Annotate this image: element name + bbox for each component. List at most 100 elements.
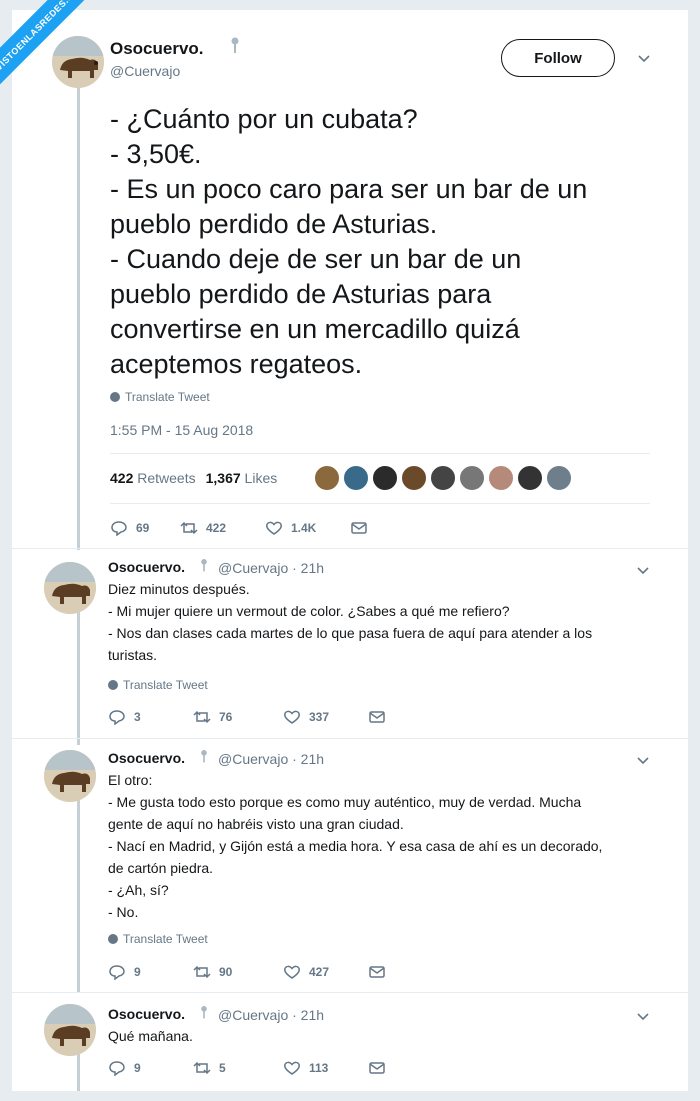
reply-button[interactable]: 9 <box>108 1060 193 1076</box>
tweet-actions: 9 5 113 <box>108 1060 386 1076</box>
reply-text: Diez minutos después. - Mi mujer quiere … <box>108 578 668 666</box>
reply-text-line: de cartón piedra. <box>108 860 214 876</box>
retweet-icon <box>193 1061 211 1075</box>
liker-avatar[interactable] <box>372 465 398 491</box>
translate-tweet-link[interactable]: Translate Tweet <box>108 932 208 946</box>
divider <box>110 453 650 454</box>
retweets-stat[interactable]: 422 Retweets <box>110 470 196 486</box>
reply-text-line: gente de aquí no habréis visto una gran … <box>108 816 404 832</box>
chevron-down-icon[interactable] <box>636 566 650 576</box>
reply-text: Qué mañana. <box>108 1025 668 1047</box>
author-handle-time[interactable]: @Cuervajo · 21h <box>218 1007 324 1023</box>
divider <box>12 992 688 993</box>
liker-avatar[interactable] <box>459 465 485 491</box>
globe-icon <box>108 934 118 944</box>
reply-icon <box>111 521 127 536</box>
dm-button[interactable] <box>368 1060 386 1076</box>
tweet-text-line: convertirse en un mercadillo quizá <box>110 314 520 344</box>
tweet-text-line: - 3,50€. <box>110 139 202 169</box>
thread-line <box>77 610 80 745</box>
retweet-button[interactable]: 422 <box>180 520 265 536</box>
retweet-icon <box>180 521 198 535</box>
translate-tweet-link[interactable]: Translate Tweet <box>110 390 210 404</box>
chevron-down-icon[interactable] <box>637 54 651 64</box>
reply-icon <box>109 965 125 980</box>
tweet-text-line: - ¿Cuánto por un cubata? <box>110 104 418 134</box>
avatar[interactable] <box>44 562 96 614</box>
reply-text-line: - Nací en Madrid, y Gijón está a media h… <box>108 838 603 854</box>
envelope-icon <box>369 1062 385 1074</box>
retweet-button[interactable]: 5 <box>193 1060 283 1076</box>
like-button[interactable]: 337 <box>283 709 368 725</box>
tweet-text-line: pueblo perdido de Asturias para <box>110 279 492 309</box>
tweet-text-line: - Cuando deje de ser un bar de un <box>110 244 522 274</box>
likes-stat[interactable]: 1,367 Likes <box>206 470 278 486</box>
translate-tweet-link[interactable]: Translate Tweet <box>108 678 208 692</box>
reply-text: El otro: - Me gusta todo esto porque es … <box>108 769 668 923</box>
like-button[interactable]: 427 <box>283 964 368 980</box>
chevron-down-icon[interactable] <box>636 1012 650 1022</box>
likers-avatars[interactable] <box>314 465 572 491</box>
reply-icon <box>109 710 125 725</box>
author-name[interactable]: Osocuervo. <box>108 750 185 766</box>
avatar[interactable] <box>44 750 96 802</box>
author-handle-time[interactable]: @Cuervajo · 21h <box>218 560 324 576</box>
heart-icon <box>284 710 300 724</box>
dm-button[interactable] <box>368 964 386 980</box>
retweet-button[interactable]: 76 <box>193 709 283 725</box>
pin-icon <box>231 37 239 53</box>
dm-button[interactable] <box>350 520 368 536</box>
liker-avatar[interactable] <box>546 465 572 491</box>
reply-button[interactable]: 9 <box>108 964 193 980</box>
liker-avatar[interactable] <box>401 465 427 491</box>
divider <box>110 503 650 504</box>
globe-icon <box>108 680 118 690</box>
divider <box>12 738 688 739</box>
avatar[interactable] <box>52 36 104 88</box>
tweet-actions: 69 422 1.4K <box>110 520 368 536</box>
author-handle-time[interactable]: @Cuervajo · 21h <box>218 751 324 767</box>
envelope-icon <box>369 711 385 723</box>
author-name[interactable]: Osocuervo. <box>108 559 185 575</box>
envelope-icon <box>351 522 367 534</box>
heart-icon <box>266 521 282 535</box>
retweet-icon <box>193 710 211 724</box>
pin-icon <box>201 750 207 763</box>
tweet-text-line: - Es un poco caro para ser un bar de un <box>110 174 588 204</box>
envelope-icon <box>369 966 385 978</box>
tweet-thread-card: Osocuervo. @Cuervajo Follow - ¿Cuánto po… <box>12 10 688 1091</box>
chevron-down-icon[interactable] <box>636 756 650 766</box>
like-button[interactable]: 113 <box>283 1060 368 1076</box>
reply-text-line: - No. <box>108 904 139 920</box>
liker-avatar[interactable] <box>314 465 340 491</box>
liker-avatar[interactable] <box>430 465 456 491</box>
author-handle[interactable]: @Cuervajo <box>110 63 180 79</box>
tweet-actions: 9 90 427 <box>108 964 386 980</box>
liker-avatar[interactable] <box>343 465 369 491</box>
reply-button[interactable]: 3 <box>108 709 193 725</box>
tweet-text: - ¿Cuánto por un cubata? - 3,50€. - Es u… <box>110 102 670 382</box>
liker-avatar[interactable] <box>517 465 543 491</box>
pin-icon <box>201 559 207 572</box>
retweet-button[interactable]: 90 <box>193 964 283 980</box>
thread-line <box>77 88 80 550</box>
heart-icon <box>284 965 300 979</box>
avatar[interactable] <box>44 1004 96 1056</box>
reply-icon <box>109 1061 125 1076</box>
dm-button[interactable] <box>368 709 386 725</box>
author-name[interactable]: Osocuervo. <box>110 39 204 59</box>
like-button[interactable]: 1.4K <box>265 520 350 536</box>
tweet-actions: 3 76 337 <box>108 709 386 725</box>
reply-text-line: turistas. <box>108 647 158 663</box>
reply-text-line: - Mi mujer quiere un vermout de color. ¿… <box>108 603 510 619</box>
reply-button[interactable]: 69 <box>110 520 180 536</box>
reply-text-line: - ¿Ah, sí? <box>108 882 169 898</box>
thread-line <box>77 1050 80 1091</box>
author-name[interactable]: Osocuervo. <box>108 1006 185 1022</box>
divider <box>12 548 688 549</box>
globe-icon <box>110 392 120 402</box>
liker-avatar[interactable] <box>488 465 514 491</box>
engagement-stats: 422 Retweets 1,367 Likes <box>110 470 277 486</box>
tweet-timestamp[interactable]: 1:55 PM - 15 Aug 2018 <box>110 422 253 438</box>
follow-button[interactable]: Follow <box>501 39 615 77</box>
